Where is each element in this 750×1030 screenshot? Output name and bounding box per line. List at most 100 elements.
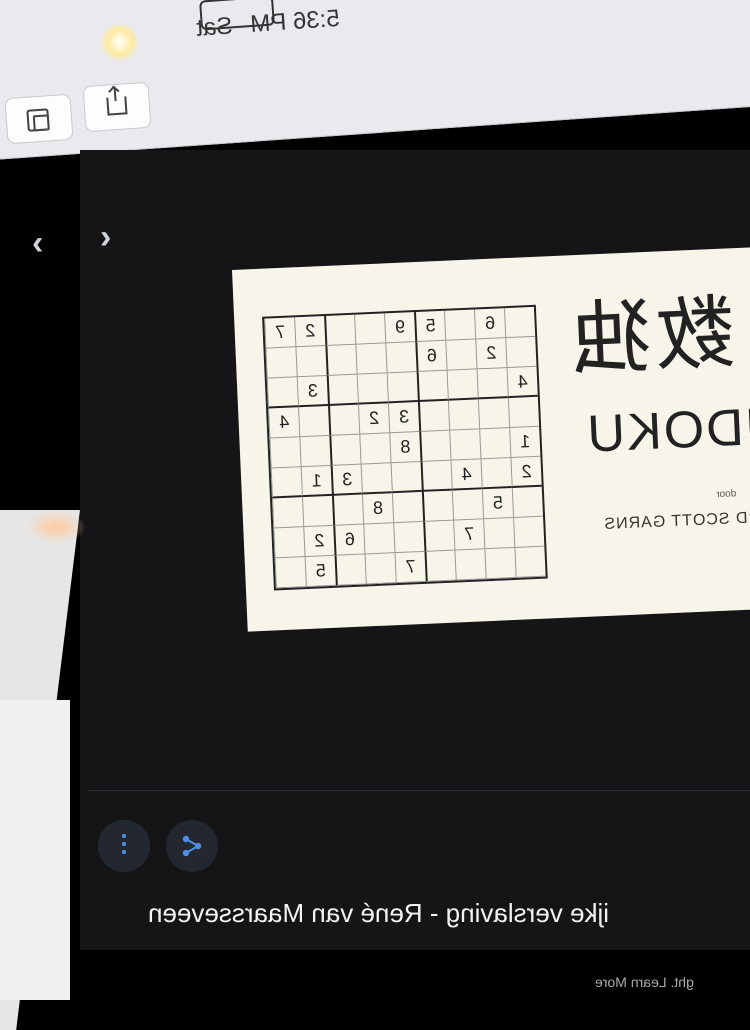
sudoku-cell	[272, 497, 304, 529]
battery-icon	[199, 0, 275, 31]
sudoku-cell	[364, 553, 396, 585]
sudoku-cell	[483, 517, 515, 550]
sudoku-cell	[326, 374, 358, 406]
sudoku-cell	[417, 400, 450, 432]
sudoku-cell	[454, 549, 486, 581]
sudoku-cell: 9	[384, 312, 416, 344]
sudoku-cell	[476, 368, 508, 400]
sudoku-cell	[393, 521, 425, 554]
sudoku-cell	[503, 306, 536, 339]
sudoku-cell: 7	[394, 551, 426, 584]
more-vertical-icon	[122, 834, 126, 838]
sudoku-cell	[360, 463, 392, 495]
sudoku-cell	[479, 428, 511, 460]
sudoku-cell	[295, 345, 327, 378]
sudoku-cell: 4	[450, 459, 482, 491]
sudoku-cell	[325, 344, 357, 376]
sudoku-cell	[477, 398, 510, 430]
light-glare	[100, 22, 140, 62]
divider	[88, 790, 750, 791]
sudoku-cell	[329, 434, 361, 466]
lamp-reflection	[26, 510, 86, 544]
sudoku-cell: 6	[415, 340, 447, 373]
tabs-button[interactable]	[4, 93, 74, 145]
sudoku-cell	[363, 523, 395, 555]
sudoku-cell	[298, 405, 330, 438]
sudoku-cell	[324, 314, 356, 346]
sudoku-cell: 2	[303, 525, 335, 558]
sudoku-cell	[446, 369, 478, 401]
sudoku-cell	[420, 460, 452, 492]
sudoku-cell	[445, 339, 477, 371]
sudoku-cell: 1	[509, 426, 541, 459]
sudoku-cell: 3	[387, 402, 420, 434]
more-options-button[interactable]	[98, 820, 150, 872]
sudoku-cell	[301, 495, 334, 528]
sudoku-cell	[424, 550, 456, 582]
sudoku-cell	[274, 557, 306, 589]
sudoku-cell	[390, 461, 422, 494]
sudoku-cell: 4	[268, 407, 300, 439]
sudoku-cell: 2	[475, 338, 507, 370]
sudoku-cell	[356, 373, 388, 405]
sudoku-cell: 7	[453, 519, 485, 551]
sudoku-cell	[480, 458, 512, 490]
sudoku-cell	[484, 547, 516, 580]
sudoku-cell: 3	[330, 464, 362, 496]
previous-button[interactable]: ‹	[32, 224, 43, 263]
sudoku-cell: 5	[304, 555, 336, 588]
sudoku-cell	[299, 435, 331, 468]
sudoku-cell	[511, 486, 544, 518]
video-subtitle[interactable]: ght. Learn More	[595, 974, 694, 990]
sudoku-cell	[419, 430, 451, 462]
sudoku-cell: 2	[357, 403, 390, 435]
sudoku-cell	[443, 309, 476, 341]
sudoku-cell	[355, 343, 387, 375]
sudoku-cell	[423, 520, 455, 552]
share-button[interactable]	[82, 81, 152, 133]
book-author: ARD SCOTT GARNS	[603, 508, 750, 534]
share-icon	[106, 96, 128, 116]
sudoku-cell	[507, 396, 540, 429]
sudoku-cell: 6	[473, 308, 506, 340]
video-title[interactable]: ijke verslaving - René van Maarsseveen	[148, 898, 609, 929]
sudoku-cell: 2	[510, 456, 542, 489]
sudoku-grid: 7295662344238113428526757	[262, 304, 548, 591]
sudoku-cell	[514, 546, 546, 578]
sudoku-cell: 5	[481, 488, 514, 520]
sudoku-cell	[354, 313, 386, 345]
sudoku-cell	[328, 404, 360, 436]
next-button[interactable]: ›	[100, 218, 111, 257]
sudoku-cell	[359, 433, 391, 465]
sudoku-cell	[269, 437, 301, 469]
sudoku-cell	[386, 372, 418, 404]
sudoku-cell	[273, 527, 305, 559]
sudoku-cell	[505, 336, 537, 369]
share-video-button[interactable]	[166, 820, 218, 872]
sudoku-cell: 8	[361, 493, 394, 525]
sudoku-cell	[391, 491, 424, 524]
sudoku-cell	[265, 347, 297, 379]
sudoku-cell: 4	[506, 366, 538, 399]
book-by: door	[716, 488, 737, 501]
share-nodes-icon	[182, 835, 202, 857]
sudoku-cell: 2	[294, 316, 326, 348]
book-cover: 7295662344238113428526757 数独 UDOKU door …	[232, 245, 750, 632]
book-title: UDOKU	[584, 397, 750, 464]
sudoku-cell	[513, 516, 545, 548]
sudoku-cell: 1	[300, 465, 332, 498]
sudoku-cell: 8	[389, 431, 421, 464]
sudoku-cell	[334, 554, 366, 586]
page-edge-bottom	[0, 700, 70, 1000]
sudoku-cell: 3	[296, 375, 329, 408]
sudoku-cell	[451, 489, 484, 521]
sudoku-cell	[447, 399, 480, 431]
sudoku-cell: 6	[333, 524, 365, 556]
sudoku-cell: 7	[264, 317, 296, 349]
sudoku-cell	[385, 342, 417, 374]
sudoku-cell	[449, 429, 481, 461]
sudoku-cell	[421, 490, 454, 522]
sudoku-cell	[416, 370, 448, 403]
sudoku-cell: 5	[414, 310, 446, 343]
tabs-icon	[26, 108, 50, 132]
